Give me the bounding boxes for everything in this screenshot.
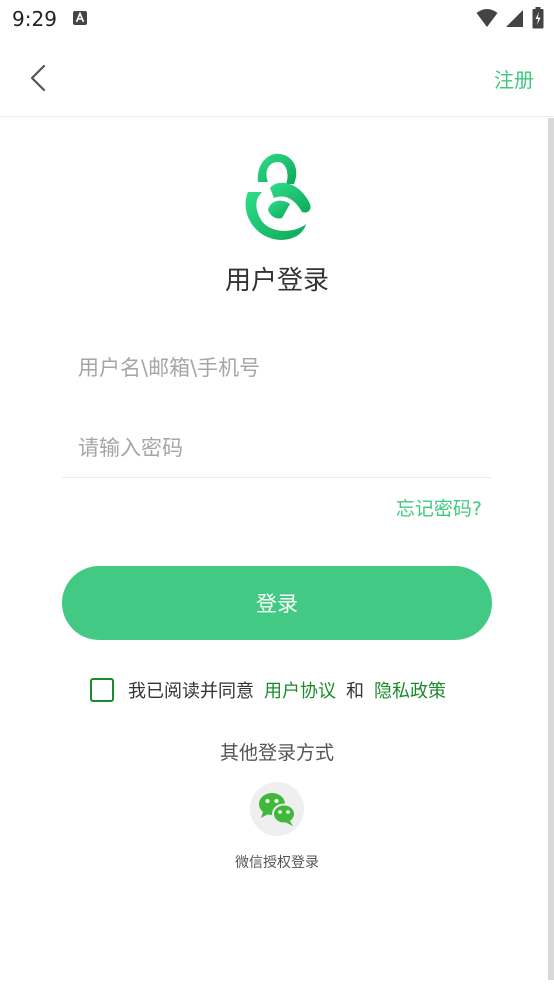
signal-icon bbox=[506, 10, 523, 27]
scrollbar[interactable] bbox=[548, 118, 554, 980]
agree-checkbox[interactable] bbox=[90, 678, 114, 702]
status-bar: 9:29 bbox=[0, 0, 554, 40]
agreement-row: 我已阅读并同意 用户协议 和 隐私政策 bbox=[90, 676, 446, 704]
username-input[interactable] bbox=[62, 338, 492, 398]
agreement-and: 和 bbox=[346, 681, 364, 702]
chevron-left-icon bbox=[30, 64, 46, 92]
wechat-login-button[interactable] bbox=[250, 782, 304, 836]
battery-charging-icon bbox=[532, 7, 544, 29]
wifi-icon bbox=[476, 9, 498, 27]
status-icons bbox=[476, 7, 544, 29]
forgot-password-link[interactable]: 忘记密码? bbox=[396, 494, 482, 521]
privacy-policy-link[interactable]: 隐私政策 bbox=[374, 677, 446, 703]
agreement-prefix: 我已阅读并同意 bbox=[128, 681, 254, 702]
status-time: 9:29 bbox=[12, 7, 57, 31]
wechat-icon bbox=[259, 793, 296, 826]
a-notification-icon bbox=[73, 11, 87, 25]
app-logo-icon bbox=[245, 153, 311, 240]
password-input[interactable] bbox=[62, 418, 492, 478]
register-link[interactable]: 注册 bbox=[494, 64, 534, 93]
user-agreement-link[interactable]: 用户协议 bbox=[264, 677, 336, 703]
wechat-login-label: 微信授权登录 bbox=[235, 855, 319, 871]
other-login-title: 其他登录方式 bbox=[219, 742, 334, 764]
login-button[interactable]: 登录 bbox=[62, 566, 492, 640]
page-title: 用户登录 bbox=[224, 266, 329, 296]
nav-bar: 注册 bbox=[0, 40, 554, 117]
back-button[interactable] bbox=[22, 58, 58, 98]
